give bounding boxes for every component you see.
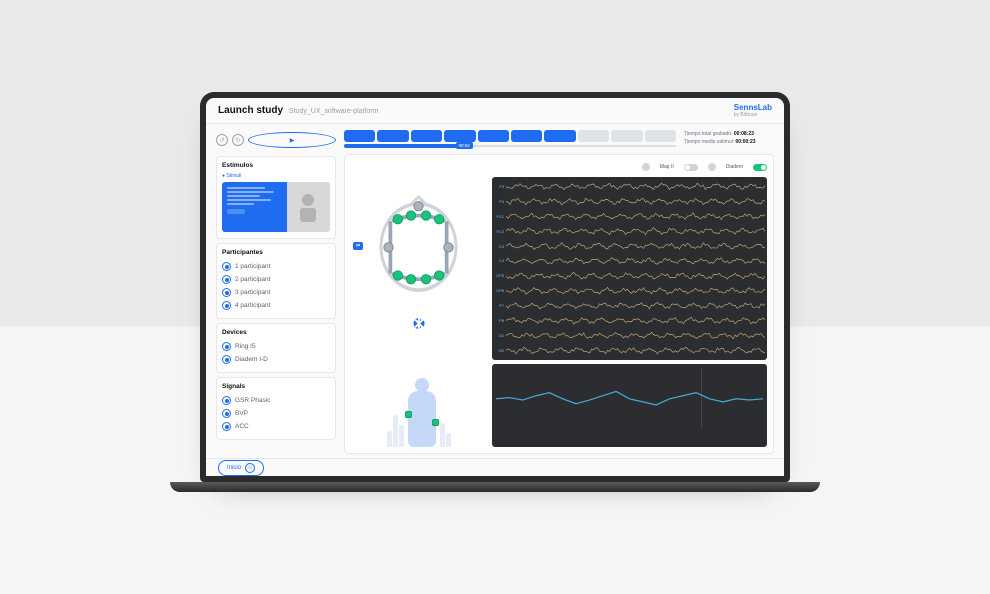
stimulus-badge: ● Stimuli: [222, 173, 330, 179]
list-item[interactable]: 1 participant: [222, 260, 330, 273]
timeline-segment[interactable]: [544, 130, 575, 142]
list-item[interactable]: 3 participant: [222, 286, 330, 299]
link-badge-icon: ⇄: [353, 242, 363, 250]
eeg-channel-label: F3: [494, 184, 504, 189]
map-toggle[interactable]: [684, 164, 698, 171]
playback-controls: ↺ ↻ ▶: [216, 130, 336, 152]
eeg-channel-label: P7: [494, 303, 504, 308]
skip-back-button[interactable]: ↺: [216, 134, 228, 146]
laptop-hinge: [170, 482, 820, 492]
sidebar: ↺ ↻ ▶ Estímulos ● Stimuli: [216, 130, 336, 454]
person-photo-icon: [295, 190, 321, 224]
timeline-segment[interactable]: [578, 130, 609, 142]
eeg-channel-label: P8: [494, 318, 504, 323]
bluetooth-icon: [413, 318, 424, 329]
timeline-segment[interactable]: [377, 130, 408, 142]
home-icon: ⌂: [245, 463, 255, 473]
participants-title: Participantes: [222, 249, 330, 256]
skip-fwd-button[interactable]: ↻: [232, 134, 244, 146]
page-title: Launch study: [218, 105, 283, 116]
eeg-channel-label: CP6: [494, 288, 504, 293]
eeg-channel-label: FC2: [494, 229, 504, 234]
eeg-channel-label: CP5: [494, 273, 504, 278]
avatar-icon: [642, 163, 650, 171]
laptop-mockup: Launch study Study_UX_software-platform …: [200, 92, 790, 482]
devices-section: Devices Ring I5Diadem I-D: [216, 323, 336, 373]
eeg-headmap: ⇄: [351, 161, 486, 330]
eeg-channel-label: F4: [494, 199, 504, 204]
bullet-icon: [222, 301, 231, 310]
participants-section: Participantes 1 participant2 participant…: [216, 243, 336, 319]
list-item[interactable]: Diadem I-D: [222, 353, 330, 366]
eeg-channel-label: C4: [494, 258, 504, 263]
eeg-channel-label: O2: [494, 348, 504, 353]
wave-chart: [492, 364, 767, 447]
list-item[interactable]: ACC: [222, 420, 330, 433]
diadem-toggle[interactable]: [753, 164, 767, 171]
bullet-icon: [222, 262, 231, 271]
view-toggles: Map II Diadem: [492, 161, 767, 173]
timeline-segment[interactable]: [645, 130, 676, 142]
list-item[interactable]: Ring I5: [222, 340, 330, 353]
eeg-channel-label: O1: [494, 333, 504, 338]
app-footer: Inicio ⌂: [206, 458, 784, 476]
play-button[interactable]: ▶: [248, 132, 336, 148]
toggle-b-label: Diadem: [726, 164, 743, 170]
stimulus-title: Estímulos: [222, 162, 330, 169]
inicio-button[interactable]: Inicio ⌂: [218, 460, 264, 476]
stimulus-section: Estímulos ● Stimuli: [216, 156, 336, 239]
bullet-icon: [222, 288, 231, 297]
stimulus-cta-icon: [227, 209, 245, 214]
bullet-icon: [222, 355, 231, 364]
eeg-channel-label: C3: [494, 244, 504, 249]
avatar-icon: [708, 163, 716, 171]
signals-section: Signals GSR PhasicBVPACC: [216, 377, 336, 440]
page-subtitle: Study_UX_software-platform: [289, 108, 378, 115]
timeline-segment[interactable]: [411, 130, 442, 142]
bullet-icon: [222, 396, 231, 405]
app-header: Launch study Study_UX_software-platform …: [206, 98, 784, 124]
eeg-chart: F3 F4 FC1 FC2 C3 C4 CP5 CP6 P7 P8 O1 O2: [492, 177, 767, 360]
eeg-channel-label: FC1: [494, 214, 504, 219]
signals-title: Signals: [222, 383, 330, 390]
list-item[interactable]: 4 participant: [222, 299, 330, 312]
timeline-segment[interactable]: [478, 130, 509, 142]
brand-logo: SennsLab by Bitbrain: [734, 103, 772, 118]
bullet-icon: [222, 342, 231, 351]
bullet-icon: [222, 275, 231, 284]
app-root: Launch study Study_UX_software-platform …: [206, 98, 784, 476]
bullet-icon: [222, 422, 231, 431]
devices-title: Devices: [222, 329, 330, 336]
timeline[interactable]: 00:02: [344, 130, 676, 148]
bullet-icon: [222, 409, 231, 418]
timeline-segment[interactable]: [444, 130, 475, 142]
list-item[interactable]: 2 participant: [222, 273, 330, 286]
stimulus-preview[interactable]: [222, 182, 330, 232]
timeline-segment[interactable]: [344, 130, 375, 142]
timeline-segment[interactable]: [611, 130, 642, 142]
visualization-panel: ⇄: [344, 154, 774, 454]
timeline-segment[interactable]: [511, 130, 542, 142]
timeline-playhead-label: 00:02: [456, 142, 473, 149]
list-item[interactable]: BVP: [222, 407, 330, 420]
list-item[interactable]: GSR Phasic: [222, 394, 330, 407]
timer-info: Tiempo total grabado: 00:08:23 Tiempo me…: [684, 130, 774, 146]
toggle-a-label: Map II: [660, 164, 674, 170]
